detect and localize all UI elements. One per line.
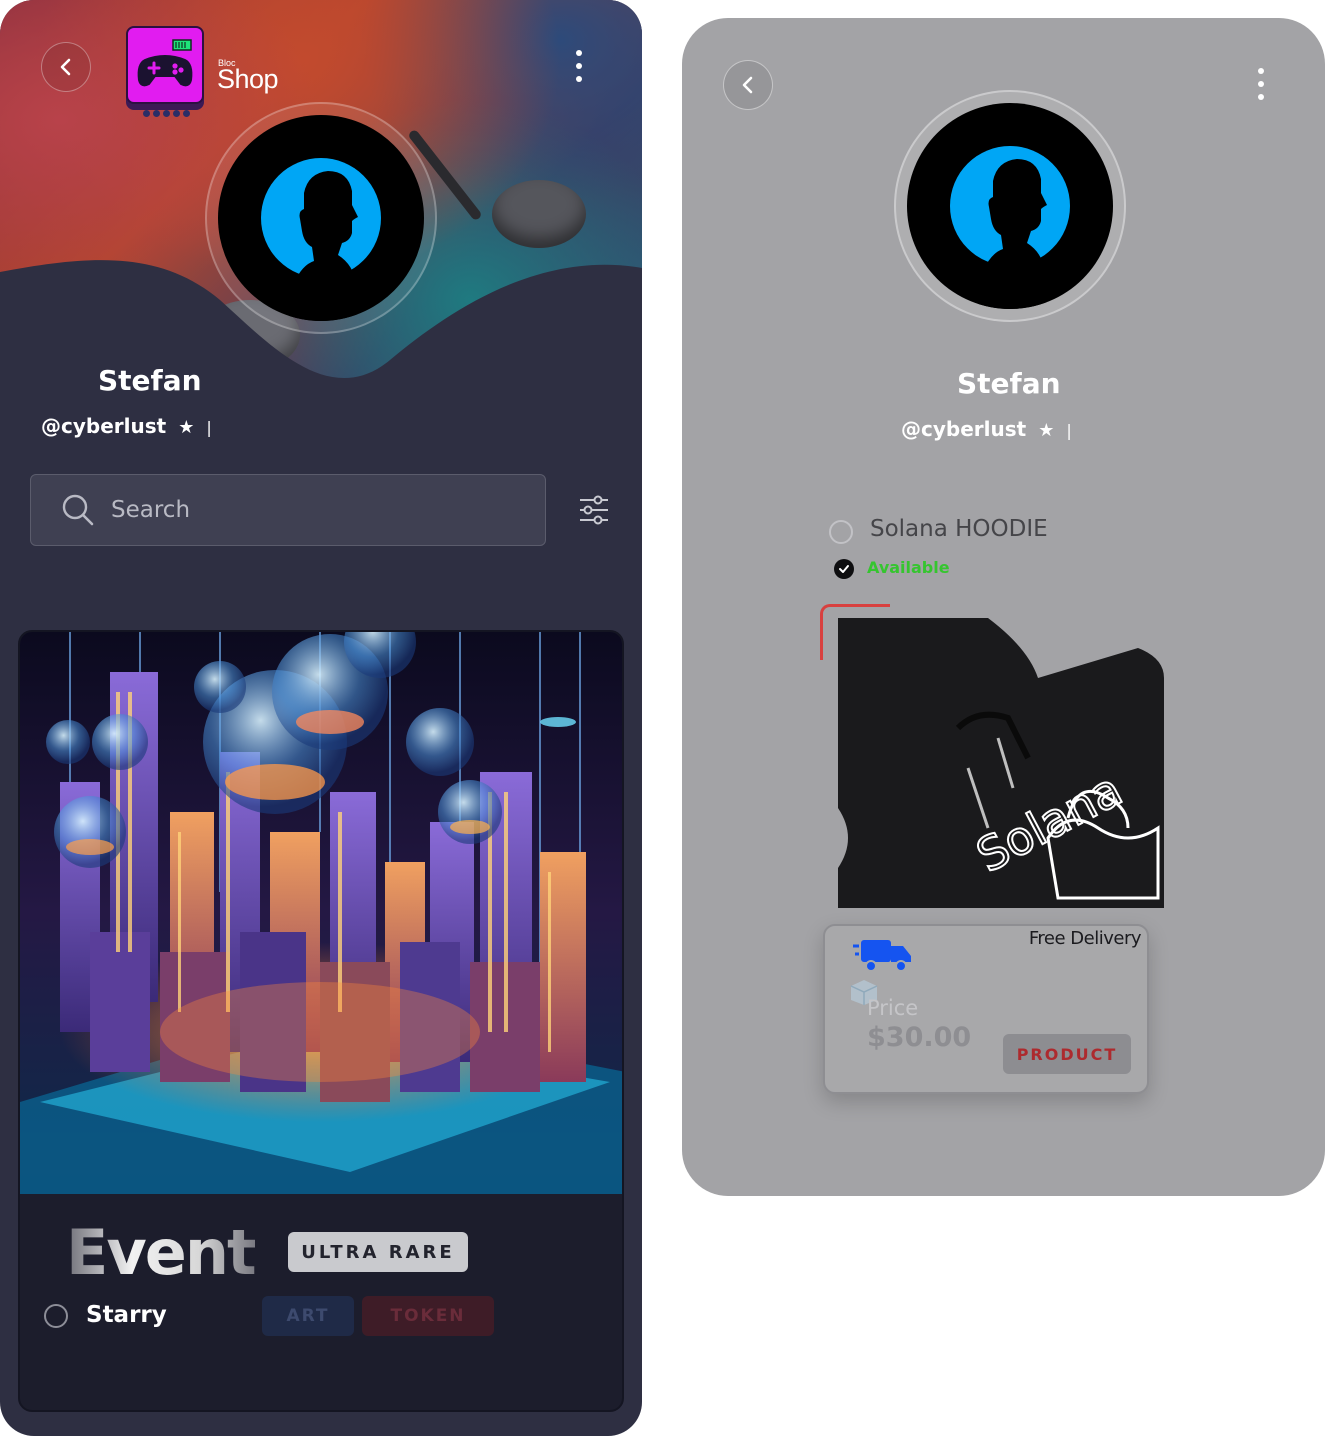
profile-name: Stefan — [957, 367, 1061, 400]
search-input[interactable] — [111, 497, 511, 523]
price-card: Free Delivery Price $30.00 PRODUCT — [823, 924, 1149, 1094]
profile-handle: @cyberlust — [41, 414, 167, 438]
star-icon[interactable]: ★ — [178, 417, 194, 438]
profile-name: Stefan — [98, 364, 202, 397]
gamepad-logo-icon — [137, 39, 193, 87]
back-arrow-icon — [60, 58, 71, 76]
profile-handle: @cyberlust — [901, 417, 1027, 441]
handle-separator: | — [1066, 421, 1072, 440]
price-label: Price — [867, 996, 919, 1020]
avatar[interactable] — [218, 115, 424, 321]
user-silhouette-icon — [261, 158, 381, 321]
availability-status: Available — [867, 558, 950, 577]
avatar-ring — [894, 90, 1126, 322]
shop-logo — [126, 26, 204, 104]
back-button[interactable] — [723, 60, 773, 110]
filter-sliders-icon[interactable] — [578, 494, 610, 526]
available-check — [834, 559, 854, 579]
back-arrow-icon — [742, 76, 753, 94]
product-radio[interactable] — [829, 520, 853, 544]
tag-art[interactable]: ART — [262, 1296, 354, 1336]
logo-dots — [143, 110, 190, 117]
nft-artwork-image — [20, 632, 622, 1194]
avatar[interactable] — [907, 103, 1113, 309]
back-button[interactable] — [41, 42, 91, 92]
price-value: $30.00 — [867, 1022, 972, 1053]
delivery-label: Free Delivery — [1028, 928, 1142, 949]
brand-name: Shop — [217, 64, 279, 94]
product-screen: Stefan @cyberlust ★ | Solana HOODIE Availa… — [682, 18, 1325, 1196]
card-title: Event — [66, 1216, 257, 1289]
kebab-menu-icon[interactable] — [1249, 66, 1273, 102]
tag-token[interactable]: TOKEN — [362, 1296, 494, 1336]
checkmark-icon — [839, 565, 849, 573]
search-bar[interactable] — [30, 474, 546, 546]
search-icon — [62, 494, 94, 526]
truck-icon — [853, 940, 911, 972]
kebab-menu-icon[interactable] — [567, 48, 591, 84]
item-radio[interactable] — [44, 1304, 68, 1328]
item-name: Starry — [86, 1302, 167, 1328]
product-button[interactable]: PRODUCT — [1003, 1034, 1131, 1074]
profile-handle-row: @cyberlust ★ | — [901, 417, 1072, 441]
star-icon[interactable]: ★ — [1038, 420, 1054, 441]
avatar-ring — [205, 102, 437, 334]
rarity-badge: ULTRA RARE — [288, 1232, 468, 1272]
handle-separator: | — [206, 418, 212, 437]
profile-handle-row: @cyberlust ★ | — [41, 414, 212, 438]
product-image[interactable]: Solana — [838, 618, 1164, 908]
product-title: Solana HOODIE — [870, 516, 1048, 542]
nft-card[interactable]: Event ULTRA RARE Starry ART TOKEN — [18, 630, 624, 1412]
user-silhouette-icon — [950, 146, 1070, 309]
shop-screen: Bloc Shop Stefan @cyberlust ★ | Search E… — [0, 0, 642, 1436]
